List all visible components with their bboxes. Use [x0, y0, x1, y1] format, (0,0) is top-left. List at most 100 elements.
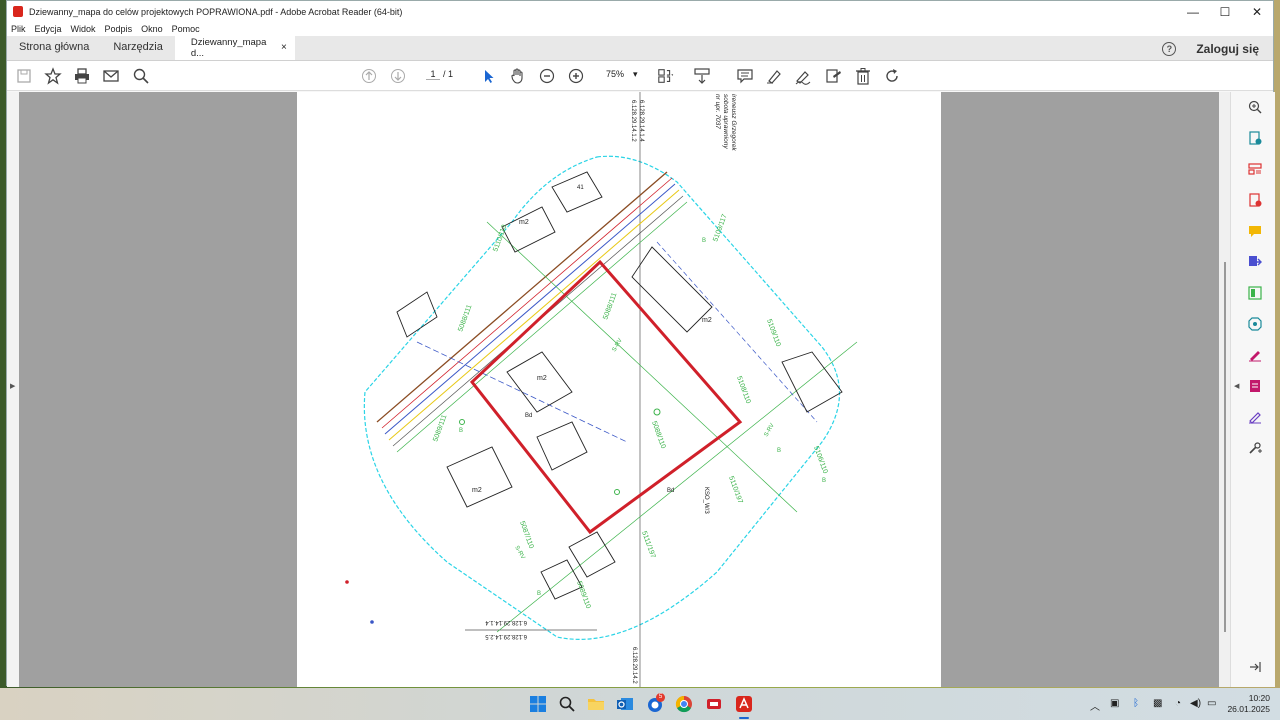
signin-link[interactable]: Zaloguj się — [1196, 42, 1259, 56]
acrobat-taskbar-icon[interactable] — [735, 695, 753, 713]
highlight-pen-icon[interactable] — [765, 67, 783, 85]
edit-pdf-icon[interactable] — [1248, 286, 1262, 300]
delete-trash-icon[interactable] — [854, 67, 872, 85]
collapse-pane-icon[interactable] — [1248, 660, 1262, 674]
parcel-label: 5088/110 — [650, 420, 666, 449]
menu-view[interactable]: Widok — [71, 24, 96, 34]
zoom-in-icon[interactable] — [567, 67, 585, 85]
red-marker-dot — [345, 580, 349, 584]
system-clock[interactable]: 10:20 26.01.2025 — [1227, 693, 1270, 715]
left-panel-collapsed[interactable]: ▶ — [7, 92, 19, 687]
more-tools-icon[interactable] — [1248, 441, 1262, 455]
tab-close-icon[interactable]: × — [281, 42, 287, 53]
hand-tool-icon[interactable] — [509, 67, 527, 85]
tab-bar: Strona główna Narzędzia Dziewanny_mapa d… — [7, 35, 1273, 61]
zoom-dropdown-icon[interactable]: ▾ — [633, 69, 638, 80]
parcel-label: 5106/110 — [812, 445, 828, 474]
misc-label: 41 — [577, 185, 584, 191]
bookmark-star-icon[interactable] — [44, 67, 62, 85]
parcel-label: 5109/117 — [712, 213, 728, 242]
select-cursor-icon[interactable] — [480, 67, 498, 85]
page-number-input[interactable]: 1 — [426, 69, 440, 80]
survey-code-bl-1: 6.128.29.14.1.4 — [485, 619, 527, 625]
document-view[interactable]: 6.128.29.14.1.2 6.128.29.14.1.4 ireneusz… — [19, 92, 1219, 687]
clock-time: 10:20 — [1248, 693, 1270, 703]
land-use-label: S-RV — [764, 423, 776, 438]
export-pdf-icon[interactable] — [1248, 131, 1262, 145]
survey-code-top: 6.128.29.14.1.2 — [630, 100, 636, 142]
volume-icon[interactable]: ◀) — [1190, 698, 1201, 709]
send-signature-icon[interactable] — [1248, 410, 1262, 424]
parcel-label: 5088/111 — [457, 304, 473, 333]
page-down-icon[interactable] — [389, 67, 407, 85]
enhance-scan-icon[interactable] — [1248, 100, 1262, 114]
page-up-icon[interactable] — [360, 67, 378, 85]
zoom-out-icon[interactable] — [538, 67, 556, 85]
zoom-level[interactable]: 75% — [606, 69, 624, 79]
maximize-button[interactable]: ☐ — [1209, 1, 1241, 22]
acrobat-app-icon — [13, 6, 23, 17]
file-explorer-icon[interactable] — [587, 695, 605, 713]
draw-sign-icon[interactable] — [794, 67, 812, 85]
email-icon[interactable] — [102, 67, 120, 85]
comment-tool-icon[interactable] — [1248, 224, 1262, 238]
survey-points — [459, 408, 661, 495]
tray-app-icon[interactable]: ▩ — [1153, 698, 1162, 709]
close-button[interactable]: ✕ — [1241, 1, 1273, 22]
survey-code-top-2: 6.128.29.14.1.4 — [638, 100, 644, 142]
wifi-icon[interactable]: ◔ — [1175, 698, 1181, 709]
collapse-tools-pane-icon[interactable]: ◀ — [1234, 382, 1239, 390]
battery-icon[interactable]: ▭ — [1207, 698, 1216, 709]
window-title: Dziewanny_mapa do celów projektowych POP… — [29, 6, 403, 17]
comment-icon[interactable] — [736, 67, 754, 85]
buildings — [396, 171, 843, 600]
save-icon[interactable] — [15, 67, 33, 85]
menu-file[interactable]: Plik — [11, 24, 26, 34]
request-signature-icon[interactable] — [1248, 317, 1262, 331]
tray-device-icon[interactable]: ▣ — [1110, 698, 1119, 709]
fill-sign-icon[interactable] — [1248, 348, 1262, 362]
menu-sign[interactable]: Podpis — [105, 24, 133, 34]
land-class-label: B — [822, 478, 826, 484]
combine-files-icon[interactable] — [1248, 255, 1262, 269]
page-layout-icon[interactable] — [657, 67, 675, 85]
tab-document[interactable]: Dziewanny_mapa d... × — [174, 35, 295, 60]
expand-left-panel-icon[interactable]: ▶ — [10, 382, 15, 390]
print-icon[interactable] — [73, 67, 91, 85]
start-menu-icon[interactable] — [529, 695, 547, 713]
vertical-scrollbar[interactable] — [1219, 92, 1230, 687]
outlook-icon[interactable] — [616, 695, 634, 713]
parcel-label: 5108/110 — [735, 375, 751, 404]
title-bar: Dziewanny_mapa do celów projektowych POP… — [7, 1, 1273, 22]
rotate-icon[interactable] — [883, 67, 901, 85]
land-class-label: B — [702, 238, 706, 244]
menu-edit[interactable]: Edycja — [35, 24, 62, 34]
tab-tools[interactable]: Narzędzia — [101, 35, 175, 60]
content-area: ▶ 6.128.29.14.1.2 6.128.29.14.1.4 ireneu… — [7, 92, 1275, 687]
area-label: m2 — [702, 317, 712, 324]
scroll-mode-icon[interactable] — [693, 67, 711, 85]
survey-code-bl-2: 6.128.29.14.2.5 — [485, 633, 527, 639]
parcel-label: 5110/197 — [727, 475, 743, 504]
bluetooth-icon[interactable]: ᛒ — [1133, 698, 1139, 709]
snipping-tool-icon[interactable] — [705, 695, 723, 713]
tab-home[interactable]: Strona główna — [7, 35, 101, 60]
misc-label: KSO_W/3 — [703, 487, 709, 514]
land-class-label: B — [777, 448, 781, 454]
acrobat-window: Dziewanny_mapa do celów projektowych POP… — [6, 0, 1275, 687]
protect-pdf-icon[interactable] — [1248, 379, 1262, 393]
help-icon[interactable]: ? — [1162, 41, 1177, 56]
menu-help[interactable]: Pomoc — [172, 24, 200, 34]
organize-pages-icon[interactable] — [1248, 162, 1262, 176]
taskbar-search-icon[interactable] — [558, 695, 576, 713]
tray-chevron-icon[interactable]: ︿ — [1090, 698, 1100, 713]
create-pdf-icon[interactable] — [1248, 193, 1262, 207]
minimize-button[interactable]: — — [1177, 1, 1209, 22]
menu-window[interactable]: Okno — [141, 24, 163, 34]
page-total: / 1 — [443, 69, 454, 79]
scrollbar-thumb[interactable] — [1224, 262, 1226, 632]
clock-date: 26.01.2025 — [1227, 704, 1270, 714]
chrome-icon[interactable] — [675, 695, 693, 713]
stamp-icon[interactable] — [824, 67, 842, 85]
search-icon[interactable] — [132, 67, 150, 85]
